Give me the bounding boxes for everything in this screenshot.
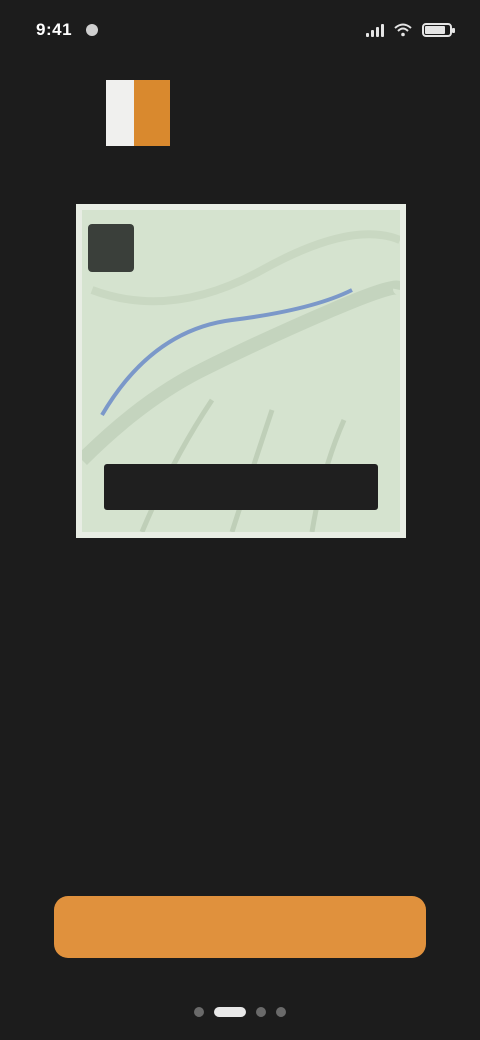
- pager-dot[interactable]: [276, 1007, 286, 1017]
- logo-right-block: [134, 80, 170, 146]
- battery-fill: [425, 26, 446, 34]
- notification-dot-icon: [86, 24, 99, 36]
- pager-dot[interactable]: [214, 1007, 246, 1017]
- status-bar: 9:41: [0, 0, 480, 60]
- status-left: 9:41: [36, 20, 99, 40]
- pager-dot[interactable]: [194, 1007, 204, 1017]
- map-caption-bar: [104, 464, 378, 510]
- pager-dot[interactable]: [256, 1007, 266, 1017]
- map-preview-card: [76, 204, 406, 538]
- signal-icon: [366, 23, 384, 37]
- map-badge: [88, 224, 134, 272]
- status-time: 9:41: [36, 20, 73, 39]
- logo-left-block: [106, 80, 134, 146]
- continue-button[interactable]: [54, 896, 426, 958]
- status-right: [366, 23, 455, 37]
- page-indicator: [0, 1000, 480, 1024]
- app-logo: [106, 80, 170, 146]
- wifi-icon: [394, 23, 412, 37]
- battery-icon: [422, 23, 455, 37]
